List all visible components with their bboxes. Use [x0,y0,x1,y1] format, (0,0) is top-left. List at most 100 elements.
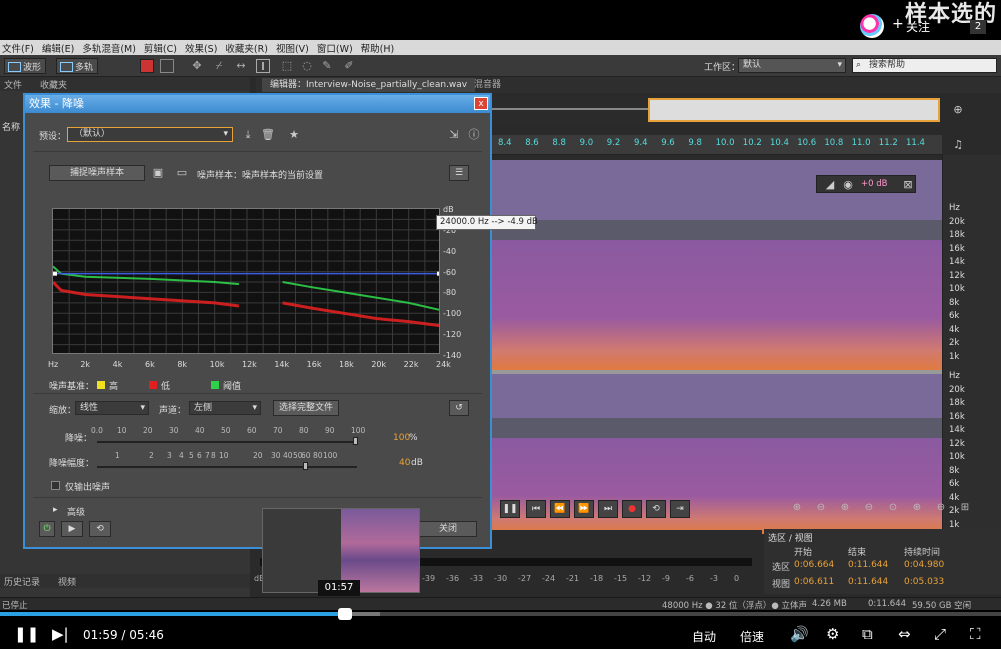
menu-effects[interactable]: 效果(S) [185,41,217,55]
spot-healing-tool-icon[interactable]: ✐ [342,59,356,73]
menu-clip[interactable]: 剪辑(C) [144,41,177,55]
zoom-out-time-icon[interactable]: ⊖ [860,502,878,516]
follow-plus-icon[interactable]: + [892,16,904,32]
view-end[interactable]: 0:11.644 [848,577,888,587]
reduction-value[interactable]: 100 [393,433,410,443]
slip-tool-icon[interactable]: ↔ [234,59,248,73]
pause-icon[interactable]: ❚❚ [14,626,39,642]
brush-tool-icon[interactable]: ✎ [320,59,334,73]
zoom-in-point-icon[interactable]: ⊕ [908,502,926,516]
menu-edit[interactable]: 编辑(E) [42,41,74,55]
follow-button[interactable]: 关注 [906,18,930,35]
channel-select[interactable]: 左侧 ▾ [189,401,261,415]
spectral-display-icon[interactable] [140,59,154,73]
time-ruler[interactable]: 8.4 8.6 8.8 9.0 9.2 9.4 9.6 9.8 10.0 10.2 10.4 10.6… [490,135,942,155]
waveform-view-button[interactable]: 波形 [4,58,47,74]
fast-forward-button[interactable]: ⏩ [574,500,594,518]
web-fullscreen-icon[interactable]: ⤢ [934,626,946,642]
info-icon[interactable]: ⓘ [467,128,481,142]
reduce-by-slider-thumb[interactable] [303,462,308,470]
record-button[interactable]: ● [622,500,642,518]
rewind-button[interactable]: ⏪ [550,500,570,518]
pause-button[interactable]: ❚❚ [500,500,520,518]
menu-file[interactable]: 文件(F) [2,41,34,55]
zoom-to-fit-icon[interactable]: ⊕ [951,103,965,117]
skip-selection-button[interactable]: ⇥ [670,500,690,518]
time-selection-tool-icon[interactable]: I [256,59,270,73]
overview-selection[interactable] [648,98,940,122]
volume-knob-icon[interactable]: ◉ [841,178,855,192]
menu-help[interactable]: 帮助(H) [361,41,395,55]
move-tool-icon[interactable]: ✥ [190,59,204,73]
scale-select[interactable]: 线性 ▾ [75,401,149,415]
playback-speed-button[interactable]: 倍速 [740,628,764,645]
selection-end[interactable]: 0:11.644 [848,560,888,570]
menu-favorites[interactable]: 收藏夹(R) [225,41,268,55]
lasso-tool-icon[interactable]: ◌ [300,59,314,73]
reduce-by-slider-track[interactable] [97,466,357,468]
loop-button[interactable]: ⟲ [646,500,666,518]
progress-handle[interactable] [338,608,353,620]
view-duration[interactable]: 0:05.033 [904,577,944,587]
menu-window[interactable]: 窗口(W) [317,41,353,55]
output-noise-only-checkbox[interactable] [51,481,60,490]
dialog-title[interactable]: 效果 - 降噪 [25,95,490,113]
close-button[interactable]: 关闭 [419,521,477,537]
tab-video[interactable]: 视频 [58,575,76,588]
reduce-by-value[interactable]: 40 [399,458,410,468]
panel-menu-button[interactable]: ☰ [449,165,469,181]
advanced-toggle[interactable]: 高级 [67,505,85,518]
select-entire-file-button[interactable]: 选择完整文件 [273,400,339,416]
chevron-right-icon[interactable]: ▸ [53,505,58,515]
selection-start[interactable]: 0:06.664 [794,560,834,570]
noise-profile-graph[interactable] [52,208,440,354]
multitrack-view-button[interactable]: 多轨 [56,58,99,74]
razor-tool-icon[interactable]: ⌿ [212,59,226,73]
power-toggle-icon[interactable]: ⏻ [39,521,55,537]
zoom-selection-icon[interactable]: ⊞ [956,502,974,516]
headphones-icon[interactable]: ♫ [951,138,965,152]
power-routing-icon[interactable]: ⇲ [447,128,461,142]
help-search-input[interactable]: ⌕ 搜索帮助 [852,58,997,73]
preview-play-button[interactable]: ▶ [61,521,83,537]
zoom-out-amplitude-icon[interactable]: ⊖ [812,502,830,516]
tab-mixer[interactable]: 混音器 [474,78,501,92]
pin-icon[interactable]: ⊠ [901,178,915,192]
next-icon[interactable]: ▶| [52,626,69,642]
favorite-star-icon[interactable]: ★ [287,128,301,142]
marquee-tool-icon[interactable]: ⬚ [280,59,294,73]
view-start[interactable]: 0:06.611 [794,577,834,587]
noise-profile-svg[interactable] [53,209,440,354]
tab-history[interactable]: 历史记录 [4,575,40,588]
save-noise-print-icon[interactable]: ▣ [151,166,165,180]
reduction-slider-thumb[interactable] [353,437,358,445]
close-icon[interactable]: x [474,97,488,110]
gear-icon[interactable]: ⚙ [826,626,839,642]
open-folder-icon[interactable]: ▭ [175,166,189,180]
pitch-display-icon[interactable] [160,59,174,73]
menu-multitrack[interactable]: 多轨混音(M) [82,41,136,55]
go-to-start-button[interactable]: ⏮ [526,500,546,518]
fullscreen-icon[interactable]: ⛶ [970,626,981,642]
delete-preset-icon[interactable]: 🗑 [261,128,275,142]
tab-files[interactable]: 文件 [4,78,22,91]
zoom-out-point-icon[interactable]: ⊖ [932,502,950,516]
zoom-in-time-icon[interactable]: ⊕ [836,502,854,516]
menu-view[interactable]: 视图(V) [276,41,309,55]
quality-auto-button[interactable]: 自动 [692,628,716,645]
reduction-slider-track[interactable] [97,441,357,443]
spectral-display[interactable] [490,160,942,534]
picture-in-picture-icon[interactable]: ⧉ [862,626,873,642]
zoom-out-full-icon[interactable]: ⊙ [884,502,902,516]
amplitude-hud[interactable]: ◢ ◉ +0 dB ⊠ [816,175,916,193]
zoom-in-amplitude-icon[interactable]: ⊕ [788,502,806,516]
preset-select[interactable]: （默认） ▾ [67,127,233,142]
reset-icon[interactable]: ↺ [449,400,469,416]
workspace-select[interactable]: 默认 ▾ [738,58,846,73]
uploader-avatar[interactable] [860,14,884,38]
selection-duration[interactable]: 0:04.980 [904,560,944,570]
save-preset-icon[interactable]: ⤓ [241,128,255,142]
volume-icon[interactable]: 🔊 [790,626,809,642]
go-to-end-button[interactable]: ⏭ [598,500,618,518]
widescreen-icon[interactable]: ⇔ [898,626,911,642]
